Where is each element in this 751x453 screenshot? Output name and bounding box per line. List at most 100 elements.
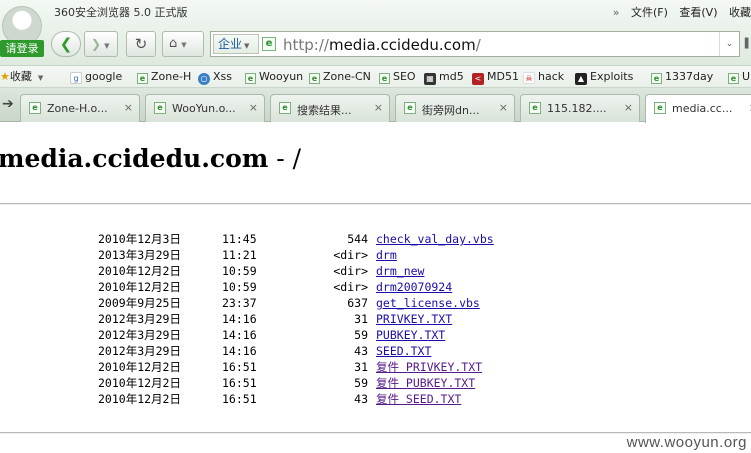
tab-zone-h[interactable]: e Zone-H.o... × — [20, 94, 140, 122]
url-history-dropdown[interactable]: ⌄ — [719, 32, 739, 56]
entry-date: 2012年3月29日 — [98, 328, 181, 342]
bookmark-seo[interactable]: e SEO — [379, 69, 416, 85]
menu-file[interactable]: 文件(F) — [631, 6, 668, 19]
page-title: media.ccidedu.com - / — [0, 144, 301, 173]
bookmark-exploits[interactable]: ▲ Exploits — [575, 69, 633, 85]
home-button[interactable]: ⌂ ▼ — [162, 31, 204, 57]
entry-time: 23:37 — [222, 296, 257, 310]
url-input[interactable]: http://media.ccidedu.com/ — [283, 36, 481, 54]
bookmark-md51[interactable]: < MD51 — [472, 69, 519, 85]
hack-icon: ☠ — [523, 72, 535, 84]
bookmark-label: 收藏 — [9, 70, 32, 83]
url-path: / — [475, 36, 481, 54]
entry-link[interactable]: PRIVKEY.TXT — [376, 311, 452, 327]
chevron-down-icon: ▼ — [104, 42, 110, 50]
url-host: media.ccidedu.com — [328, 36, 476, 54]
entry-size: 31 — [354, 312, 368, 326]
bookmark-zone-h[interactable]: e Zone-H — [137, 69, 191, 85]
tab-label: WooYun.o... — [172, 102, 236, 115]
bookmark-wooyun[interactable]: e Wooyun — [245, 69, 303, 85]
ie-page-icon: e — [245, 73, 256, 84]
entry-size: <dir> — [333, 264, 368, 278]
entry-link[interactable]: drm20070924 — [376, 279, 452, 295]
entry-date: 2012年3月29日 — [98, 312, 181, 326]
tab-ip-address[interactable]: e 115.182.... × — [520, 94, 640, 122]
bookmark-google[interactable]: g google — [70, 69, 122, 85]
entry-link[interactable]: SEED.TXT — [376, 343, 431, 359]
close-icon[interactable]: × — [374, 101, 383, 114]
ie-page-icon: e — [29, 102, 41, 114]
entry-time: 16:51 — [222, 360, 257, 374]
bookmark-favorites[interactable]: ★收藏 ▼ — [0, 69, 43, 85]
toolbar-overflow-icon[interactable]: ❚ — [742, 36, 751, 52]
entry-link[interactable]: 复件 SEED.TXT — [376, 391, 461, 407]
ie-page-icon: e — [279, 102, 291, 114]
grid-icon: ▦ — [424, 73, 436, 85]
entry-time: 14:16 — [222, 344, 257, 358]
directory-listing: 2010年12月3日 11:45 544 check_val_day.vbs 2013年… — [0, 231, 751, 407]
ie-page-icon: e — [529, 102, 541, 114]
entry-date: 2009年9月25日 — [98, 296, 181, 310]
tab-label: 街旁网dn... — [422, 104, 480, 117]
back-button[interactable]: ❮ — [51, 31, 81, 57]
entry-link[interactable]: 复件 PRIVKEY.TXT — [376, 359, 482, 375]
entry-time: 14:16 — [222, 312, 257, 326]
browser-mode-dropdown[interactable]: 企业 ▼ — [213, 34, 259, 54]
tab-jiepang[interactable]: e 街旁网dn... × — [395, 94, 515, 122]
tab-label: Zone-H.o... — [47, 102, 108, 115]
exploits-icon: ▲ — [575, 73, 587, 85]
star-icon: ★ — [0, 70, 10, 83]
bookmark-label: SEO — [393, 70, 416, 83]
tab-search-results[interactable]: e 搜索结果... × — [270, 94, 390, 122]
bookmark-label: MD51 — [487, 70, 519, 83]
menu-view[interactable]: 查看(V) — [679, 6, 717, 19]
listing-row: 2012年3月29日 14:16 43 SEED.TXT — [0, 343, 751, 359]
forward-button[interactable]: ❯ ▼ — [84, 31, 118, 57]
entry-link[interactable]: PUBKEY.TXT — [376, 327, 445, 343]
close-icon[interactable]: × — [249, 101, 258, 114]
home-icon: ⌂ — [169, 36, 178, 51]
entry-time: 10:59 — [222, 280, 257, 294]
listing-row: 2010年12月2日 16:51 43 复件 SEED.TXT — [0, 391, 751, 407]
page-favicon-icon: e — [262, 37, 276, 51]
bookmark-u[interactable]: eU — [728, 69, 750, 85]
refresh-button[interactable]: ↻ — [126, 31, 156, 57]
entry-link[interactable]: drm_new — [376, 263, 424, 279]
tab-media-ccidedu[interactable]: emedia.cc...× — [645, 94, 751, 123]
listing-row: 2010年12月2日 16:51 31 复件 PRIVKEY.TXT — [0, 359, 751, 375]
login-button[interactable]: 请登录 — [0, 40, 44, 57]
bookmark-1337day[interactable]: e 1337day — [651, 69, 713, 85]
bookmark-label: google — [85, 70, 123, 83]
entry-size: 637 — [347, 296, 368, 310]
entry-date: 2010年12月2日 — [98, 376, 181, 390]
chevron-down-icon: ▼ — [244, 42, 250, 50]
close-icon[interactable]: × — [624, 101, 633, 114]
google-icon: g — [70, 72, 82, 84]
bookmark-label: md5 — [439, 70, 464, 83]
entry-link[interactable]: get_license.vbs — [376, 295, 480, 311]
entry-time: 16:51 — [222, 376, 257, 390]
entry-link[interactable]: check_val_day.vbs — [376, 231, 494, 247]
entry-size: <dir> — [333, 248, 368, 262]
bookmark-label: Wooyun — [259, 70, 304, 83]
tab-scroll-arrow-icon[interactable]: ➔ — [2, 96, 14, 112]
bookmark-hack[interactable]: ☠ hack — [523, 69, 564, 85]
close-icon[interactable]: × — [124, 101, 133, 114]
globe-icon: ○ — [198, 73, 210, 85]
entry-size: <dir> — [333, 280, 368, 294]
bookmark-label: Exploits — [590, 70, 634, 83]
bookmark-md5[interactable]: ▦ md5 — [424, 69, 464, 85]
more-chevron-icon[interactable]: » — [613, 6, 620, 19]
ie-page-icon: e — [309, 73, 320, 84]
entry-date: 2010年12月2日 — [98, 280, 181, 294]
refresh-icon: ↻ — [134, 35, 148, 53]
tab-wooyun[interactable]: e WooYun.o... × — [145, 94, 265, 122]
address-bar[interactable]: 企业 ▼ e http://media.ccidedu.com/ ⌄ — [210, 31, 740, 57]
close-icon[interactable]: × — [499, 101, 508, 114]
bookmark-xss[interactable]: ○ Xss — [198, 69, 232, 85]
bookmark-zone-cn[interactable]: e Zone-CN — [309, 69, 371, 85]
entry-link[interactable]: drm — [376, 247, 397, 263]
entry-size: 544 — [347, 232, 368, 246]
menu-favorites[interactable]: 收藏 — [729, 6, 751, 19]
entry-link[interactable]: 复件 PUBKEY.TXT — [376, 375, 475, 391]
